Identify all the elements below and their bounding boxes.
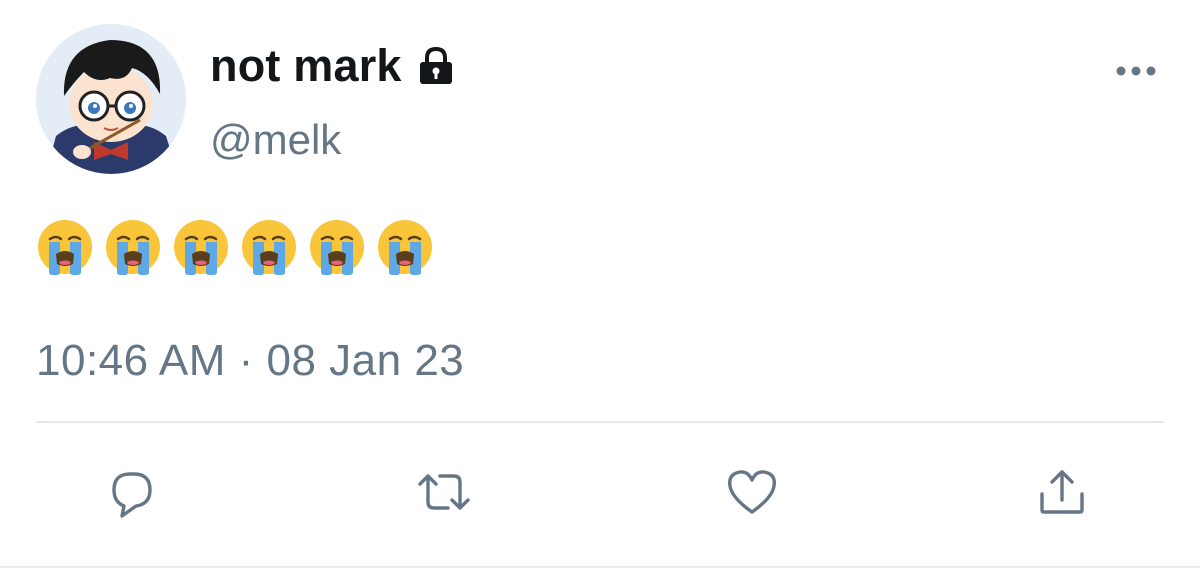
loudly-crying-face-emoji [36, 218, 94, 276]
display-name[interactable]: not mark [210, 40, 402, 92]
avatar[interactable] [36, 24, 186, 174]
retweet-button[interactable] [414, 462, 474, 522]
loudly-crying-face-emoji [308, 218, 366, 276]
reply-button[interactable] [100, 462, 160, 522]
name-row: not mark [210, 38, 458, 94]
lock-icon [414, 44, 458, 88]
username-handle[interactable]: @melk [210, 116, 341, 164]
reply-icon [112, 472, 152, 518]
tweet-timestamp[interactable]: 10:46 AM · 08 Jan 23 [36, 336, 464, 386]
like-icon [728, 470, 776, 514]
share-button[interactable] [1032, 462, 1092, 522]
retweet-icon [418, 474, 470, 510]
bottom-divider [0, 566, 1200, 568]
loudly-crying-face-emoji [376, 218, 434, 276]
divider [36, 421, 1164, 423]
like-button[interactable] [722, 462, 782, 522]
avatar-image [36, 24, 186, 174]
loudly-crying-face-emoji [240, 218, 298, 276]
tweet-text: 😭😭😭😭😭😭 [36, 218, 434, 276]
loudly-crying-face-emoji [172, 218, 230, 276]
share-icon [1040, 470, 1084, 514]
more-options-icon[interactable] [1112, 56, 1162, 86]
loudly-crying-face-emoji [104, 218, 162, 276]
